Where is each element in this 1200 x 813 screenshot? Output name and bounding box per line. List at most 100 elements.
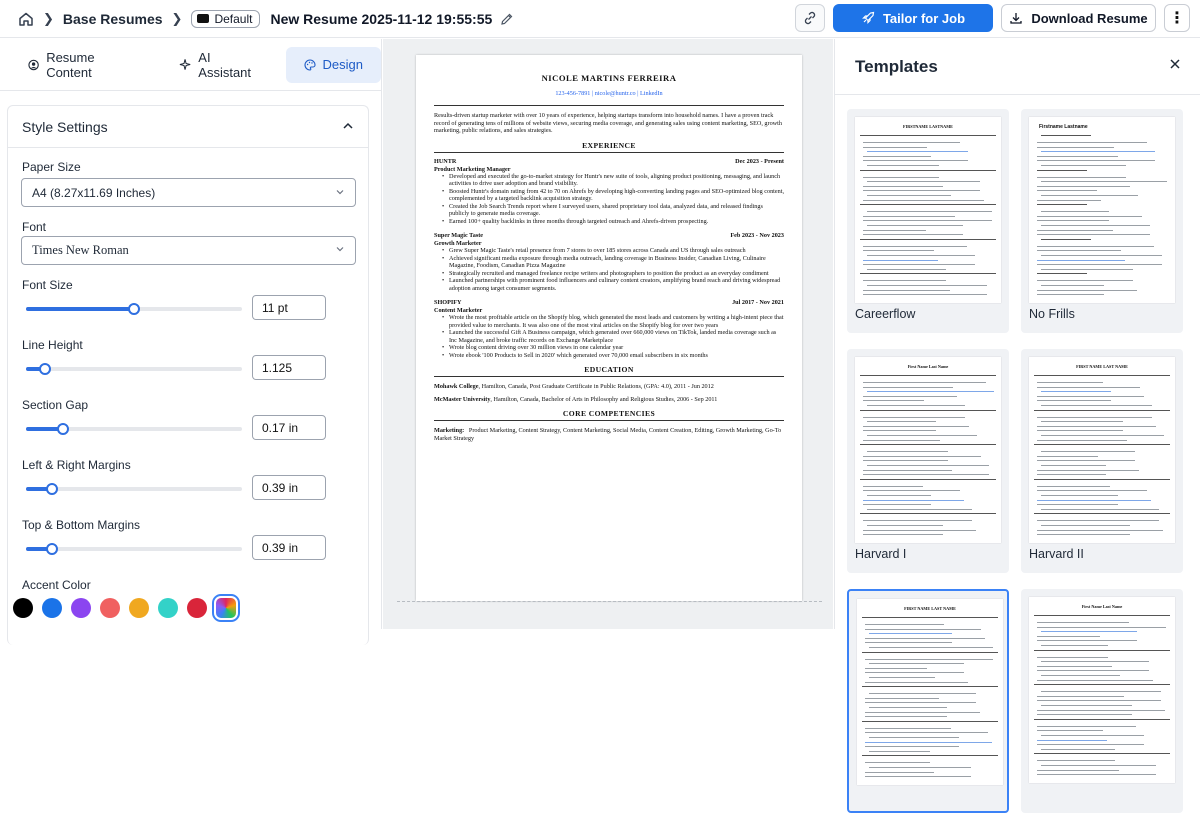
close-icon[interactable] <box>1168 57 1182 76</box>
accent-color-swatch[interactable] <box>187 598 207 618</box>
template-text-line <box>867 255 975 256</box>
template-card[interactable]: Firstname Lastname No Frills <box>1021 109 1183 333</box>
competencies-item: Marketing: Product Marketing, Content St… <box>434 427 784 442</box>
company-name: HUNTR <box>434 157 457 165</box>
template-text-line <box>1037 289 1137 291</box>
resume-title: New Resume 2025-11-12 19:55:55 <box>270 10 493 27</box>
slider-handle[interactable] <box>39 363 52 375</box>
template-text-line <box>865 637 985 639</box>
template-text-line <box>865 741 992 743</box>
job-role: Content Marketer <box>434 307 483 315</box>
template-text-line <box>1037 714 1132 716</box>
template-text-line <box>1037 730 1103 732</box>
template-text-line <box>1037 199 1101 201</box>
template-text-line <box>867 165 939 166</box>
tb-margins-input[interactable]: 0.39 in <box>252 535 326 560</box>
edit-pencil-icon[interactable] <box>500 12 514 26</box>
template-card[interactable]: First Name Last Name <box>1021 589 1183 813</box>
template-text-line <box>867 495 931 496</box>
accent-color-swatches <box>13 594 240 622</box>
template-text-line <box>1037 474 1106 476</box>
template-text-line <box>1041 675 1120 676</box>
template-text-line <box>1037 234 1150 236</box>
home-icon[interactable] <box>18 11 34 27</box>
font-select[interactable]: Times New Roman <box>21 236 356 265</box>
template-text-line <box>863 146 927 148</box>
accent-color-swatch[interactable] <box>158 598 178 618</box>
template-text-line <box>863 460 948 462</box>
template-text-line <box>863 142 960 143</box>
template-text-line <box>867 451 948 453</box>
page-break-line <box>397 601 822 602</box>
lr-margins-input[interactable]: 0.39 in <box>252 475 326 500</box>
slider-handle[interactable] <box>128 303 140 315</box>
template-text-line <box>863 416 965 418</box>
template-card[interactable]: FIRST NAME LAST NAME Harvard II <box>1021 349 1183 573</box>
template-text-line <box>1037 229 1113 231</box>
lr-margins-slider[interactable] <box>26 483 242 495</box>
tab-ai-assistant[interactable]: AI Assistant <box>161 47 279 83</box>
template-card[interactable]: FIRSTNAME LASTNAME Careerflow <box>847 109 1009 333</box>
font-size-input[interactable]: 11 pt <box>252 295 326 320</box>
accent-color-swatch[interactable] <box>13 598 33 618</box>
slider-handle[interactable] <box>45 483 58 495</box>
section-gap-slider[interactable] <box>26 423 242 435</box>
template-text-line <box>1041 631 1137 633</box>
tb-margins-slider[interactable] <box>26 543 242 555</box>
breadcrumb-base-resumes[interactable]: Base Resumes <box>63 11 163 27</box>
slider-handle[interactable] <box>45 543 58 555</box>
template-text-line <box>1041 765 1156 766</box>
template-text-line <box>1037 416 1152 418</box>
tab-design[interactable]: Design <box>285 46 381 83</box>
template-text-line <box>867 421 936 423</box>
style-settings-header[interactable]: Style Settings <box>8 106 368 148</box>
section-gap-input[interactable]: 0.17 in <box>252 415 326 440</box>
template-text-line <box>869 633 952 635</box>
template-text-line <box>862 686 998 688</box>
template-text-line <box>1041 268 1133 270</box>
tailor-for-job-button[interactable]: Tailor for Job <box>833 4 993 32</box>
company-name: SHOPIFY <box>434 299 462 307</box>
resume-contact[interactable]: 123-456-7891 | nicole@huntr.co | LinkedI… <box>434 90 784 97</box>
download-resume-button[interactable]: Download Resume <box>1001 4 1156 32</box>
paper-size-select[interactable]: A4 (8.27x11.69 Inches) <box>21 178 356 207</box>
template-text-line <box>865 667 927 669</box>
template-text-line <box>867 405 965 406</box>
job-bullet: Wrote blog content driving over 30 milli… <box>442 344 784 352</box>
template-text-line <box>1037 259 1125 261</box>
template-text-line <box>863 259 938 261</box>
template-card[interactable]: FIRST NAME LAST NAME <box>847 589 1009 813</box>
chevron-up-icon[interactable] <box>342 119 354 135</box>
job-bullet: Wrote the most profitable article on the… <box>442 314 784 329</box>
accent-color-swatch[interactable] <box>100 598 120 618</box>
school-name: McMaster University <box>434 396 491 404</box>
templates-title: Templates <box>855 56 938 76</box>
accent-color-swatch[interactable] <box>129 598 149 618</box>
more-options-button[interactable]: ⋮ <box>1164 4 1190 32</box>
font-size-slider[interactable] <box>26 303 242 315</box>
template-text-line <box>1037 204 1087 206</box>
templates-panel: Templates FIRSTNAME LASTNAME Careerflow Fi… <box>834 39 1200 813</box>
line-height-input[interactable]: 1.125 <box>252 355 326 380</box>
job-role: Product Marketing Manager <box>434 165 511 173</box>
custom-color-swatch[interactable] <box>212 594 240 622</box>
template-card[interactable]: First Name Last Name Harvard I <box>847 349 1009 573</box>
template-text-line <box>1037 499 1151 501</box>
font-size-label: Font Size <box>22 278 73 292</box>
top-bar: ❯ Base Resumes ❯ Default New Resume 2025… <box>0 0 1200 38</box>
template-text-line <box>1037 725 1136 727</box>
accent-color-swatch[interactable] <box>71 598 91 618</box>
job-header: SHOPIFY Jul 2017 - Nov 2021 <box>434 299 784 306</box>
line-height-slider[interactable] <box>26 363 242 375</box>
chevron-down-icon <box>335 243 345 258</box>
template-text-line <box>1037 774 1156 776</box>
template-text-line <box>1037 626 1166 628</box>
tab-resume-content[interactable]: Resume Content <box>10 47 155 83</box>
section-experience: EXPERIENCE <box>434 141 784 153</box>
slider-handle[interactable] <box>56 423 69 435</box>
accent-color-swatch[interactable] <box>42 598 62 618</box>
education-item: McMaster University, Hamilton, Canada, B… <box>434 396 784 403</box>
template-name: Careerflow <box>855 307 916 321</box>
template-text-line <box>863 176 939 178</box>
link-button[interactable] <box>795 4 825 32</box>
